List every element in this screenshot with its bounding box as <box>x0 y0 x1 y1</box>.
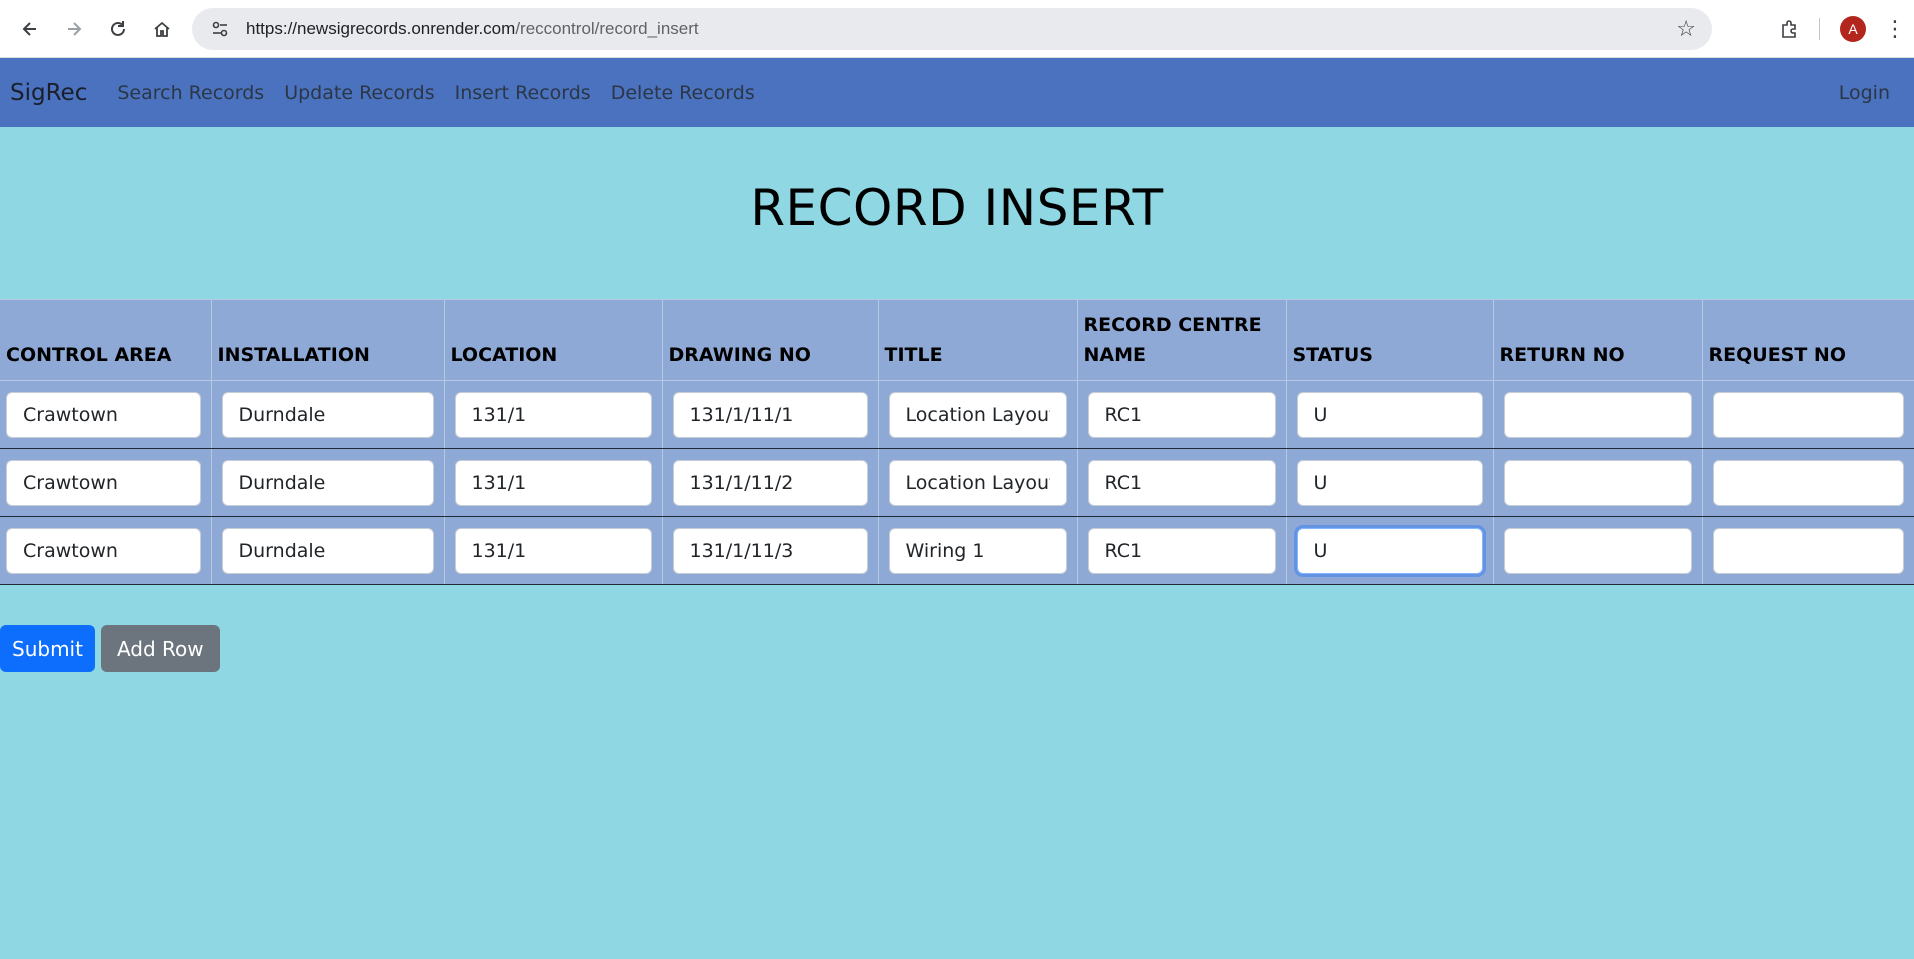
reload-icon[interactable] <box>98 9 138 49</box>
nav-update-records[interactable]: Update Records <box>284 82 434 104</box>
title-input[interactable] <box>888 391 1067 438</box>
browser-toolbar: https://newsigrecords.onrender.com/recco… <box>0 0 1914 58</box>
drawing-no-input[interactable] <box>672 527 868 574</box>
title-input[interactable] <box>888 459 1067 506</box>
request-no-input[interactable] <box>1712 459 1904 506</box>
add-row-button[interactable]: Add Row <box>100 625 220 672</box>
return-no-input[interactable] <box>1503 527 1692 574</box>
control-area-input[interactable] <box>6 391 201 438</box>
nav-delete-records[interactable]: Delete Records <box>611 82 755 104</box>
extensions-icon[interactable] <box>1769 9 1809 49</box>
status-input[interactable] <box>1296 527 1483 574</box>
table-header-row: CONTROL AREA INSTALLATION LOCATION DRAWI… <box>0 299 1914 381</box>
site-settings-icon[interactable] <box>208 17 232 41</box>
request-no-input[interactable] <box>1712 391 1904 438</box>
installation-input[interactable] <box>221 527 434 574</box>
return-no-input[interactable] <box>1503 459 1692 506</box>
forward-icon[interactable] <box>54 9 94 49</box>
drawing-no-input[interactable] <box>672 459 868 506</box>
submit-button[interactable]: Submit <box>0 625 95 672</box>
request-no-input[interactable] <box>1712 527 1904 574</box>
profile-avatar[interactable]: A <box>1840 16 1866 42</box>
header-status: STATUS <box>1285 299 1493 381</box>
record-centre-name-input[interactable] <box>1087 527 1276 574</box>
control-area-input[interactable] <box>6 459 201 506</box>
installation-input[interactable] <box>221 391 434 438</box>
title-input[interactable] <box>888 527 1067 574</box>
header-control-area: CONTROL AREA <box>0 299 211 381</box>
table-row <box>0 516 1914 585</box>
header-installation: INSTALLATION <box>210 299 444 381</box>
header-title: TITLE <box>877 299 1077 381</box>
record-centre-name-input[interactable] <box>1087 459 1276 506</box>
app-navbar: SigRec Search Records Update Records Ins… <box>0 58 1914 127</box>
url-text: https://newsigrecords.onrender.com/recco… <box>246 19 699 38</box>
home-icon[interactable] <box>142 9 182 49</box>
status-input[interactable] <box>1296 459 1483 506</box>
toolbar-divider <box>1819 18 1820 40</box>
nav-insert-records[interactable]: Insert Records <box>455 82 591 104</box>
back-icon[interactable] <box>10 9 50 49</box>
header-return-no: RETURN NO <box>1492 299 1702 381</box>
location-input[interactable] <box>454 391 652 438</box>
record-insert-table: CONTROL AREA INSTALLATION LOCATION DRAWI… <box>0 299 1914 585</box>
control-area-input[interactable] <box>6 527 201 574</box>
nav-search-records[interactable]: Search Records <box>117 82 264 104</box>
header-drawing-no: DRAWING NO <box>661 299 878 381</box>
page-title: RECORD INSERT <box>750 179 1164 237</box>
installation-input[interactable] <box>221 459 434 506</box>
return-no-input[interactable] <box>1503 391 1692 438</box>
header-request-no: REQUEST NO <box>1701 299 1914 381</box>
table-row <box>0 380 1914 449</box>
bookmark-star-icon[interactable]: ☆ <box>1676 17 1696 42</box>
header-location: LOCATION <box>443 299 662 381</box>
address-bar[interactable]: https://newsigrecords.onrender.com/recco… <box>192 8 1712 50</box>
form-actions: Submit Add Row <box>0 625 1914 672</box>
status-input[interactable] <box>1296 391 1483 438</box>
location-input[interactable] <box>454 527 652 574</box>
location-input[interactable] <box>454 459 652 506</box>
header-record-centre-name: RECORD CENTRE NAME <box>1076 299 1286 381</box>
login-link[interactable]: Login <box>1839 82 1890 104</box>
record-centre-name-input[interactable] <box>1087 391 1276 438</box>
drawing-no-input[interactable] <box>672 391 868 438</box>
more-menu-icon[interactable]: ⋮ <box>1884 17 1906 42</box>
table-row <box>0 448 1914 517</box>
brand-logo[interactable]: SigRec <box>10 80 87 106</box>
